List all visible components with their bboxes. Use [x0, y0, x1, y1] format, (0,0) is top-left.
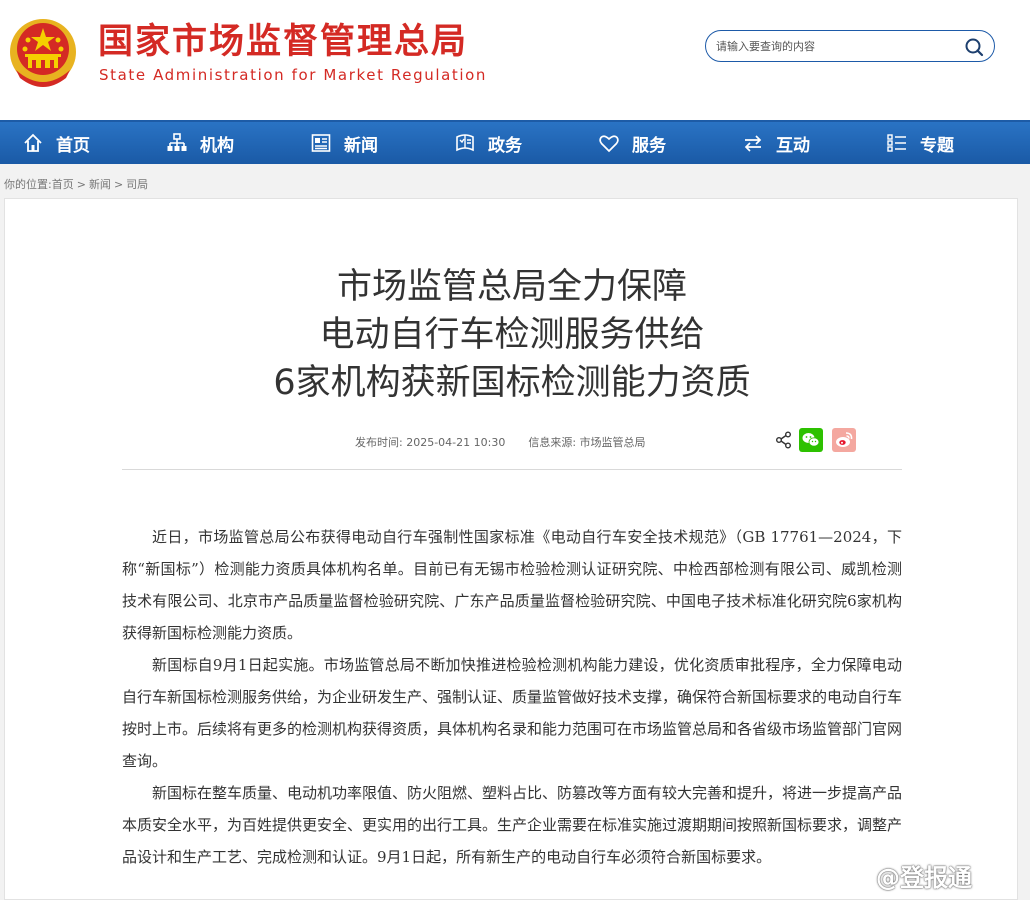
site-title[interactable]: 国家市场监督管理总局 — [98, 20, 468, 64]
nav-label: 新闻 — [344, 135, 378, 156]
breadcrumb-separator: > — [113, 178, 124, 191]
breadcrumb-department[interactable]: 司局 — [126, 178, 148, 191]
site-header: 国家市场监督管理总局 State Administration for Mark… — [0, 0, 1030, 120]
search-icon[interactable] — [964, 37, 984, 57]
wechat-icon[interactable] — [799, 428, 823, 452]
nav-item-home[interactable]: 首页 — [22, 122, 166, 164]
article-title-line: 市场监管总局全力保障 — [336, 267, 687, 307]
article-title-line: 6家机构获新国标检测能力资质 — [273, 363, 751, 403]
heart-icon — [599, 135, 619, 153]
title-divider — [122, 469, 902, 470]
share-icon[interactable] — [775, 431, 793, 449]
nav-item-news[interactable]: 新闻 — [310, 122, 454, 164]
list-icon — [887, 134, 906, 152]
publish-time: 2025-04-21 10:30 — [406, 436, 506, 449]
source-label: 信息来源: — [528, 436, 577, 449]
weibo-icon[interactable] — [832, 428, 856, 452]
exchange-icon — [744, 135, 762, 152]
breadcrumb-news[interactable]: 新闻 — [89, 178, 111, 191]
article-paragraph: 新国标在整车质量、电动机功率限值、防火阻燃、塑料占比、防篡改等方面有较大完善和提… — [122, 784, 903, 866]
main-nav: 首页 机构 新闻 政务 服务 互动 专题 — [0, 120, 1030, 164]
national-emblem-icon[interactable] — [8, 16, 78, 90]
home-icon — [24, 133, 42, 152]
search-input[interactable] — [716, 37, 956, 55]
breadcrumb: 你的位置:首页 > 新闻 > 司局 — [4, 176, 148, 192]
nav-item-service[interactable]: 服务 — [598, 122, 742, 164]
article-paragraph: 近日，市场监管总局公布获得电动自行车强制性国家标准《电动自行车安全技术规范》（G… — [122, 528, 902, 642]
nav-label: 专题 — [920, 135, 954, 156]
news-icon — [311, 134, 331, 152]
site-subtitle: State Administration for Market Regulati… — [99, 66, 488, 84]
article-meta: 发布时间: 2025-04-21 10:30 信息来源: 市场监管总局 — [355, 434, 646, 450]
nav-item-topics[interactable]: 专题 — [886, 122, 1030, 164]
nav-item-interaction[interactable]: 互动 — [742, 122, 886, 164]
breadcrumb-prefix: 你的位置: — [4, 178, 52, 191]
article-title-line: 电动自行车检测服务供给 — [319, 315, 705, 355]
nav-label: 政务 — [488, 135, 522, 156]
article-paragraph: 新国标自9月1日起实施。市场监管总局不断加快推进检验检测机构能力建设，优化资质审… — [122, 656, 903, 770]
article-title: 市场监管总局全力保障 电动自行车检测服务供给 6家机构获新国标检测能力资质 — [5, 263, 1017, 407]
government-icon — [456, 134, 474, 152]
watermark: @登报通 — [876, 864, 972, 892]
org-chart-icon — [167, 133, 187, 151]
nav-label: 服务 — [632, 135, 666, 156]
search-box — [705, 30, 995, 62]
article-body: 近日，市场监管总局公布获得电动自行车强制性国家标准《电动自行车安全技术规范》（G… — [122, 521, 902, 873]
article-container: 市场监管总局全力保障 电动自行车检测服务供给 6家机构获新国标检测能力资质 发布… — [4, 198, 1018, 900]
breadcrumb-separator: > — [76, 178, 86, 191]
source-value: 市场监管总局 — [579, 436, 646, 449]
breadcrumb-home[interactable]: 首页 — [52, 178, 74, 191]
nav-label: 首页 — [56, 135, 90, 156]
nav-label: 机构 — [200, 135, 234, 156]
nav-item-government[interactable]: 政务 — [454, 122, 598, 164]
nav-item-organization[interactable]: 机构 — [166, 122, 310, 164]
publish-label: 发布时间: — [355, 436, 403, 449]
nav-label: 互动 — [776, 135, 810, 156]
